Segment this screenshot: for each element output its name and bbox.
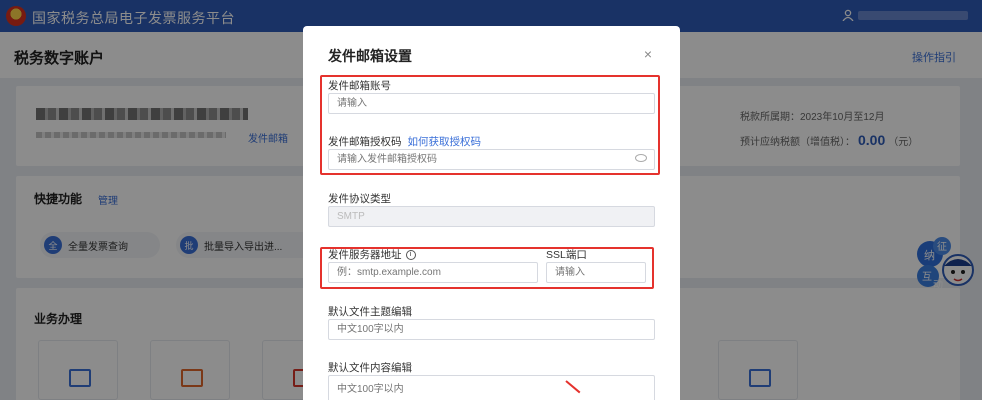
protocol-label: 发件协议类型 [328, 193, 391, 205]
close-icon[interactable]: × [644, 46, 652, 62]
highlight-box-credentials [320, 75, 660, 175]
default-content-input[interactable] [328, 375, 655, 400]
highlight-box-server [320, 247, 654, 289]
subject-label: 默认文件主题编辑 [328, 306, 412, 318]
content-label: 默认文件内容编辑 [328, 362, 412, 374]
default-subject-input[interactable] [328, 319, 655, 340]
protocol-type-field: SMTP [328, 206, 655, 227]
dialog-title: 发件邮箱设置 [328, 48, 412, 64]
